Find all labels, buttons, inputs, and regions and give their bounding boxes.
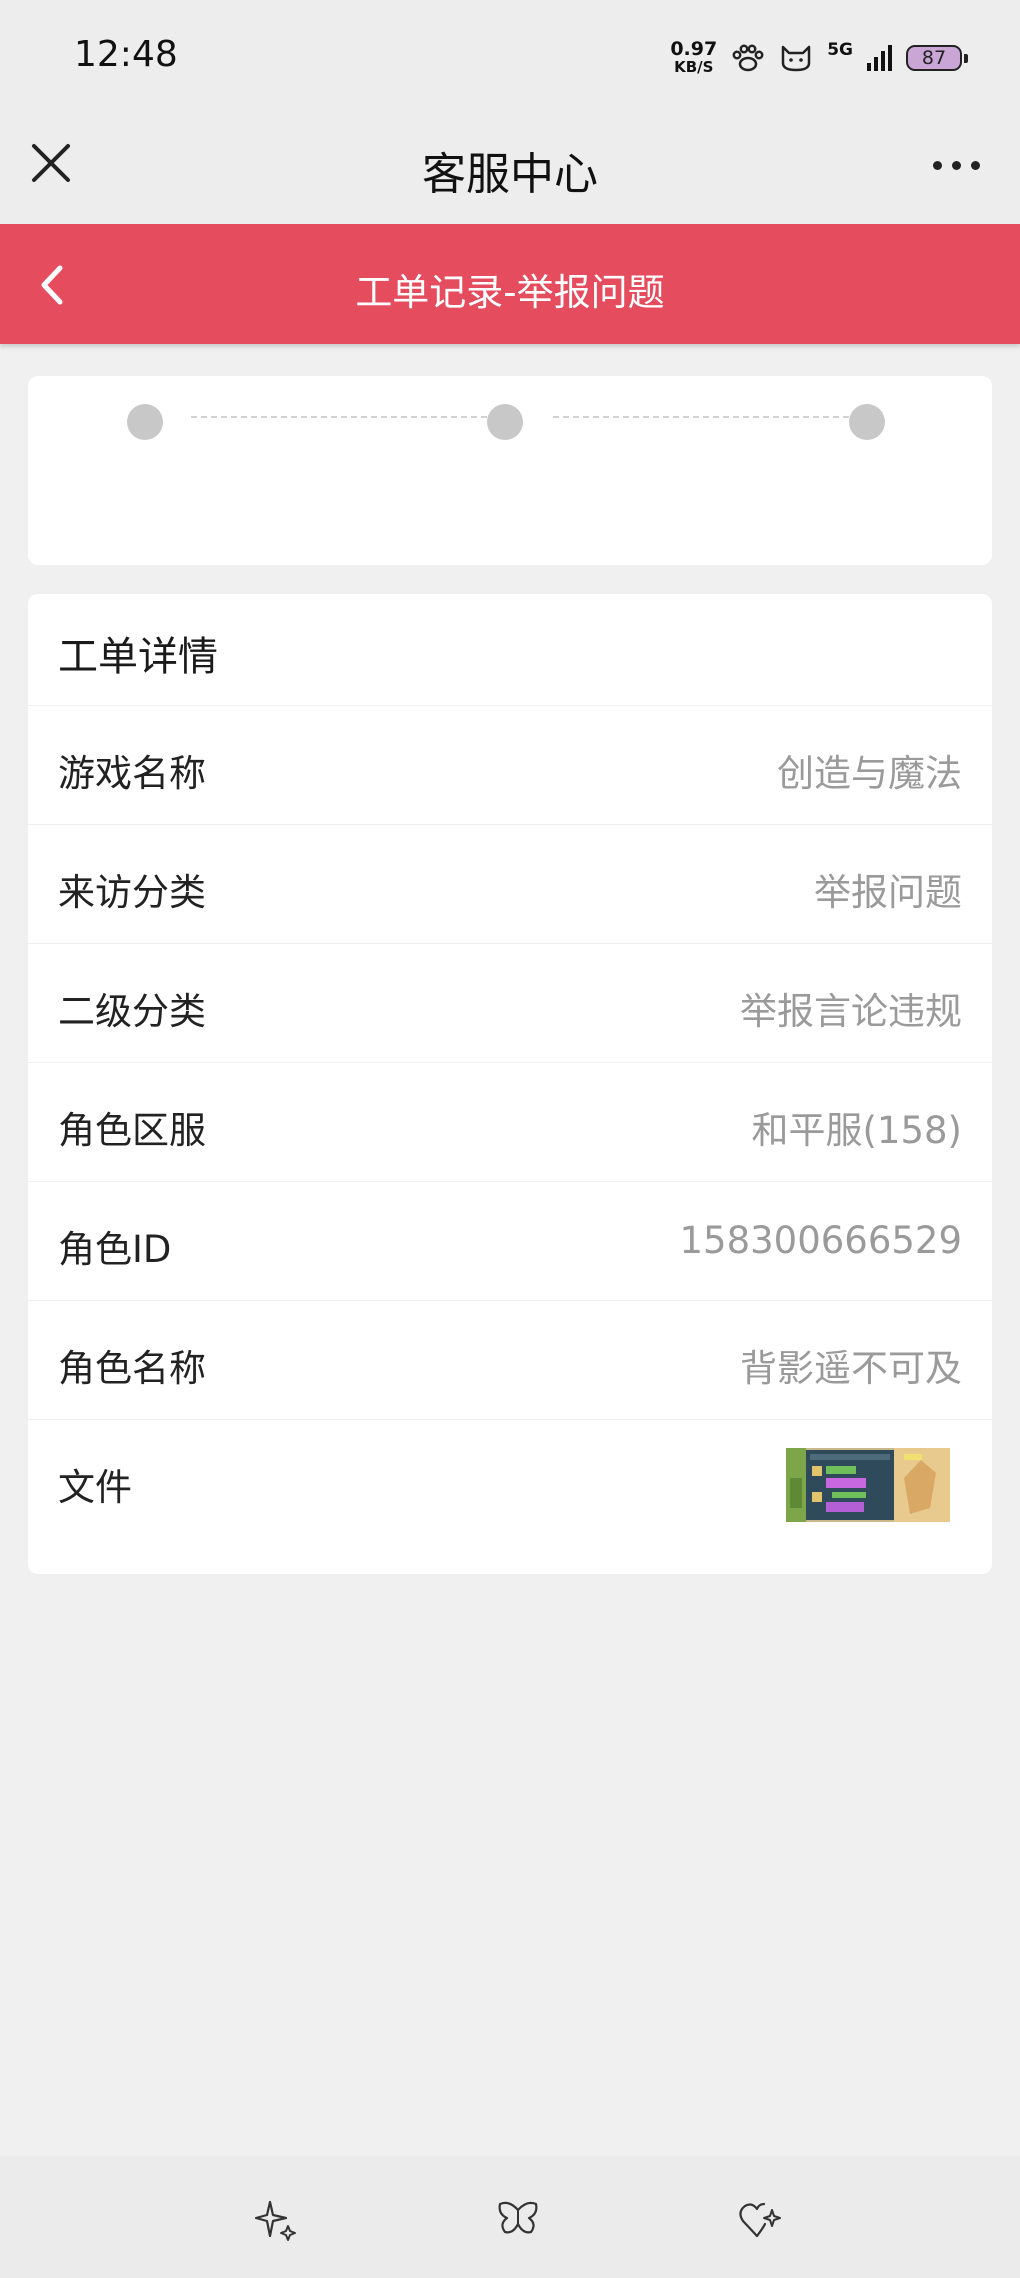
progress-steps (28, 376, 992, 565)
page-title: 工单记录-举报问题 (355, 271, 665, 314)
detail-row-category: 来访分类 举报问题 (28, 825, 992, 944)
ticket-details: 工单详情 游戏名称 创造与魔法 来访分类 举报问题 二级分类 举报言论违规 角色… (28, 594, 992, 1574)
network-type: 5G (827, 40, 853, 60)
step-connector-1 (191, 416, 487, 418)
status-bar: 12:48 0.97 KB/S 5G 87 (0, 0, 1020, 110)
detail-row-game: 游戏名称 创造与魔法 (28, 706, 992, 825)
network-speed-value: 0.97 (670, 38, 718, 60)
details-heading-row: 工单详情 (28, 594, 992, 706)
detail-value: 158300666529 (679, 1219, 963, 1262)
status-time: 12:48 (74, 34, 178, 75)
battery-level: 87 (921, 47, 947, 69)
step-dot-1 (127, 404, 163, 440)
signal-icon (867, 45, 892, 71)
bottom-bar (0, 2156, 1020, 2278)
detail-label: 角色ID (58, 1228, 172, 1271)
detail-label: 来访分类 (58, 871, 206, 914)
detail-row-server: 角色区服 和平服(158) (28, 1063, 992, 1182)
detail-row-role-name: 角色名称 背影遥不可及 (28, 1301, 992, 1420)
detail-label: 二级分类 (58, 990, 206, 1033)
detail-label: 角色区服 (58, 1109, 206, 1152)
detail-value: 和平服(158) (751, 1109, 963, 1152)
page-header: 工单记录-举报问题 (0, 224, 1020, 344)
more-icon[interactable] (920, 150, 980, 180)
detail-value: 创造与魔法 (777, 752, 962, 795)
detail-label: 游戏名称 (58, 752, 206, 795)
butterfly-icon[interactable] (495, 2196, 541, 2242)
network-speed-unit: KB/S (674, 58, 714, 76)
nav-title: 客服中心 (422, 149, 598, 200)
detail-value: 背影遥不可及 (740, 1347, 962, 1390)
detail-row-file: 文件 (28, 1420, 992, 1539)
step-connector-2 (553, 416, 849, 418)
cat-icon (781, 45, 811, 72)
file-thumbnail[interactable] (786, 1448, 950, 1522)
detail-label: 文件 (58, 1466, 132, 1509)
detail-row-role-id: 角色ID 158300666529 (28, 1182, 992, 1301)
network-speed: 0.97 KB/S (670, 38, 718, 77)
step-dot-3 (849, 404, 885, 440)
battery-icon: 87 (906, 45, 968, 71)
detail-label: 角色名称 (58, 1347, 206, 1390)
paw-icon (732, 44, 764, 72)
status-icons: 0.97 KB/S 5G 87 (670, 38, 968, 78)
detail-value: 举报问题 (814, 871, 962, 914)
detail-row-subcategory: 二级分类 举报言论违规 (28, 944, 992, 1063)
top-nav: 客服中心 (0, 110, 1020, 224)
details-heading: 工单详情 (58, 634, 218, 680)
sparkle-icon[interactable] (254, 2196, 300, 2242)
heart-sparkle-icon[interactable] (737, 2196, 783, 2242)
detail-value: 举报言论违规 (740, 990, 962, 1033)
step-dot-2 (487, 404, 523, 440)
